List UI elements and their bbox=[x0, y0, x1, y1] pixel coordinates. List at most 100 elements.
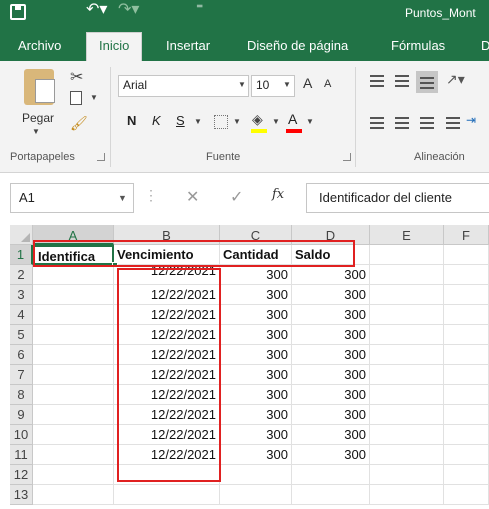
cut-icon[interactable]: ✂ bbox=[70, 67, 83, 87]
select-all-button[interactable] bbox=[10, 225, 33, 245]
cell-c[interactable]: 300 bbox=[220, 285, 292, 305]
redo-icon[interactable]: ↷▾ bbox=[118, 2, 139, 18]
underline-dropdown-icon[interactable]: ▼ bbox=[194, 117, 202, 126]
formula-input[interactable]: Identificador del cliente bbox=[306, 183, 489, 213]
cell-e[interactable] bbox=[370, 305, 444, 325]
cell-c[interactable]: 300 bbox=[220, 325, 292, 345]
cell-a[interactable] bbox=[33, 325, 114, 345]
row-header[interactable]: 10 bbox=[10, 425, 33, 445]
align-top-icon[interactable] bbox=[370, 75, 384, 87]
tab-inicio[interactable]: Inicio bbox=[86, 32, 143, 61]
cell-f[interactable] bbox=[444, 445, 489, 465]
cell-e[interactable] bbox=[370, 385, 444, 405]
undo-icon[interactable]: ↶▾ bbox=[86, 2, 107, 18]
cell-f[interactable] bbox=[444, 345, 489, 365]
align-middle-icon[interactable] bbox=[395, 75, 409, 87]
font-name-dropdown-icon[interactable]: ▼ bbox=[238, 80, 246, 89]
customize-toolbar-icon[interactable]: ⁼ bbox=[196, 0, 203, 17]
italic-button[interactable]: K bbox=[152, 113, 161, 128]
cell-e[interactable] bbox=[370, 285, 444, 305]
cell-e[interactable] bbox=[370, 425, 444, 445]
cell-d[interactable]: 300 bbox=[292, 405, 370, 425]
tab-formulas[interactable]: Fórmulas bbox=[391, 38, 445, 53]
font-launcher-icon[interactable] bbox=[343, 153, 351, 161]
cell-f[interactable] bbox=[444, 425, 489, 445]
cell-d[interactable]: 300 bbox=[292, 385, 370, 405]
cell-f[interactable] bbox=[444, 385, 489, 405]
cell-c[interactable]: 300 bbox=[220, 265, 292, 285]
cell-f[interactable] bbox=[444, 405, 489, 425]
cell-f[interactable] bbox=[444, 265, 489, 285]
cell-e[interactable] bbox=[370, 445, 444, 465]
row-header[interactable]: 9 bbox=[10, 405, 33, 425]
underline-button[interactable]: S bbox=[176, 113, 185, 128]
cell-a[interactable] bbox=[33, 305, 114, 325]
enter-icon[interactable]: ✓ bbox=[230, 187, 243, 207]
cell-a[interactable] bbox=[33, 365, 114, 385]
tab-diseno-de-pagina[interactable]: Diseño de página bbox=[247, 38, 348, 53]
cell-e1[interactable] bbox=[370, 245, 444, 265]
row-header[interactable]: 13 bbox=[10, 485, 33, 505]
cell-d[interactable]: 300 bbox=[292, 425, 370, 445]
cell-c[interactable]: 300 bbox=[220, 445, 292, 465]
cell-e[interactable] bbox=[370, 405, 444, 425]
fill-color-dropdown-icon[interactable]: ▼ bbox=[272, 117, 280, 126]
cell-d[interactable]: 300 bbox=[292, 285, 370, 305]
cell-f1[interactable] bbox=[444, 245, 489, 265]
cell-d[interactable]: 300 bbox=[292, 305, 370, 325]
borders-icon[interactable] bbox=[214, 115, 228, 129]
paste-dropdown-icon[interactable]: ▼ bbox=[32, 127, 40, 136]
row-header[interactable]: 1 bbox=[10, 245, 33, 265]
row-header[interactable]: 8 bbox=[10, 385, 33, 405]
cell-a[interactable] bbox=[33, 285, 114, 305]
cell-c[interactable]: 300 bbox=[220, 305, 292, 325]
shrink-font-button[interactable]: A bbox=[324, 78, 331, 90]
insert-function-icon[interactable]: fx bbox=[272, 187, 284, 202]
cell-e[interactable] bbox=[370, 345, 444, 365]
cell-e[interactable] bbox=[370, 325, 444, 345]
font-size-dropdown-icon[interactable]: ▼ bbox=[283, 80, 291, 89]
decrease-indent-icon[interactable] bbox=[446, 117, 460, 129]
align-right-icon[interactable] bbox=[420, 117, 434, 129]
cell-a[interactable] bbox=[33, 345, 114, 365]
cell-a[interactable] bbox=[33, 465, 114, 485]
cell-c[interactable]: 300 bbox=[220, 365, 292, 385]
bold-button[interactable]: N bbox=[127, 113, 136, 128]
paste-button-label[interactable]: Pegar bbox=[22, 111, 54, 125]
cell-e[interactable] bbox=[370, 485, 444, 505]
cell-a[interactable] bbox=[33, 405, 114, 425]
cell-d[interactable]: 300 bbox=[292, 445, 370, 465]
tab-insertar[interactable]: Insertar bbox=[166, 38, 210, 53]
cell-e[interactable] bbox=[370, 365, 444, 385]
save-icon[interactable] bbox=[10, 4, 26, 20]
cell-d[interactable] bbox=[292, 485, 370, 505]
row-header[interactable]: 5 bbox=[10, 325, 33, 345]
cell-f[interactable] bbox=[444, 365, 489, 385]
paste-icon[interactable] bbox=[24, 69, 55, 105]
font-name-select[interactable]: Arial bbox=[118, 75, 249, 97]
wrap-text-icon[interactable]: ⇥ bbox=[466, 113, 476, 127]
orientation-icon[interactable]: ↗▾ bbox=[446, 71, 465, 88]
format-painter-icon[interactable]: 🖌 bbox=[70, 115, 88, 132]
cancel-icon[interactable]: ✕ bbox=[186, 187, 199, 207]
row-header[interactable]: 6 bbox=[10, 345, 33, 365]
cell-e[interactable] bbox=[370, 465, 444, 485]
cell-d[interactable]: 300 bbox=[292, 345, 370, 365]
cell-d[interactable]: 300 bbox=[292, 325, 370, 345]
row-header[interactable]: 7 bbox=[10, 365, 33, 385]
align-bottom-icon[interactable] bbox=[420, 77, 434, 89]
tab-archivo[interactable]: Archivo bbox=[18, 38, 61, 53]
cell-f[interactable] bbox=[444, 465, 489, 485]
name-box[interactable]: A1 bbox=[10, 183, 134, 213]
fill-color-icon[interactable]: ◈ bbox=[252, 111, 263, 128]
grow-font-button[interactable]: A bbox=[303, 75, 312, 91]
cell-d[interactable]: 300 bbox=[292, 365, 370, 385]
cell-e[interactable] bbox=[370, 265, 444, 285]
cell-d[interactable]: 300 bbox=[292, 265, 370, 285]
cell-c[interactable]: 300 bbox=[220, 385, 292, 405]
cell-c[interactable] bbox=[220, 465, 292, 485]
cell-c[interactable]: 300 bbox=[220, 425, 292, 445]
row-header[interactable]: 2 bbox=[10, 265, 33, 285]
cell-c[interactable] bbox=[220, 485, 292, 505]
cell-f[interactable] bbox=[444, 285, 489, 305]
